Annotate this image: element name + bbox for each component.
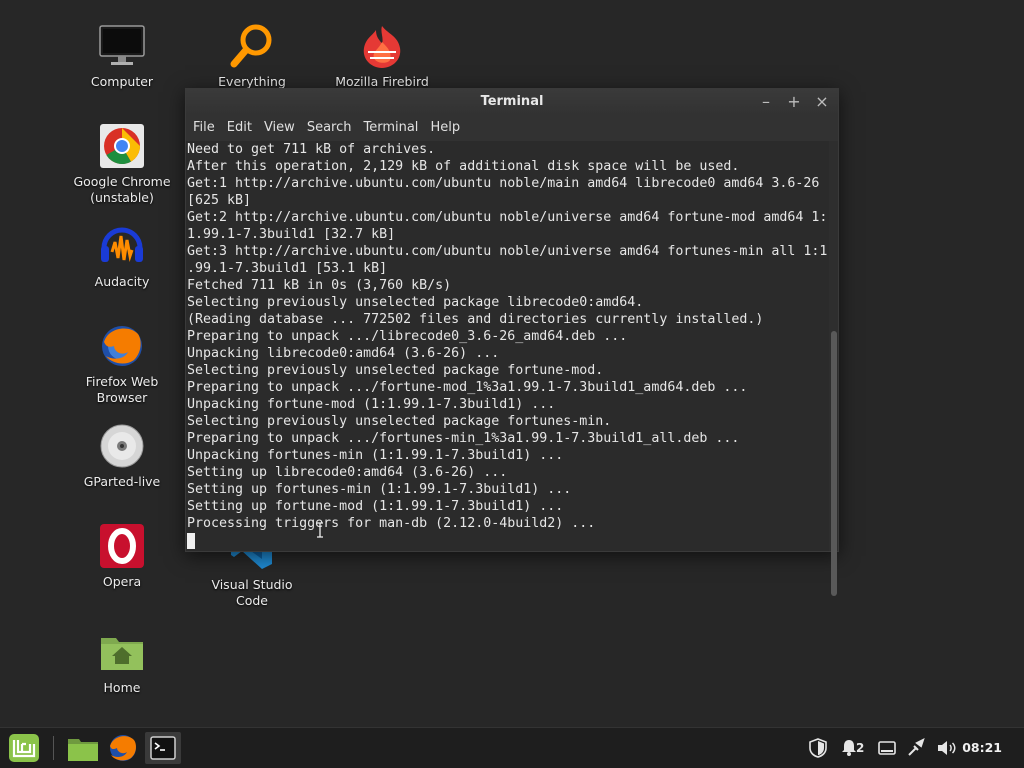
terminal-line: Selecting previously unselected package … — [187, 295, 644, 310]
desktop-icon-label: Firefox Web Browser — [85, 374, 159, 405]
terminal-line: After this operation, 2,129 kB of additi… — [187, 159, 740, 174]
desktop-icon-label: Audacity — [94, 274, 150, 289]
desktop-icon-computer[interactable]: Computer — [67, 22, 177, 90]
notifications-indicator[interactable]: 2 — [842, 738, 868, 758]
desktop-icon-everything[interactable]: Everything — [197, 22, 307, 90]
desktop-icon-label: Visual Studio Code — [211, 577, 293, 608]
home-folder-icon — [98, 628, 146, 676]
taskbar: 2 08:21 — [0, 727, 1024, 768]
terminal-line: Unpacking fortune-mod (1:1.99.1-7.3build… — [187, 397, 556, 412]
display-icon[interactable] — [878, 738, 896, 758]
firefox-icon — [98, 322, 146, 370]
desktop-icon-label: GParted-live — [83, 474, 161, 489]
menu-terminal[interactable]: Terminal — [351, 115, 418, 141]
terminal-line: Get:2 http://archive.ubuntu.com/ubuntu n… — [187, 210, 828, 225]
terminal-line: Selecting previously unselected package … — [187, 414, 612, 429]
terminal-line: Preparing to unpack .../librecode0_3.6-2… — [187, 329, 628, 344]
desktop-icon-label: Computer — [90, 74, 154, 89]
chrome-icon — [98, 122, 146, 170]
maximize-button[interactable]: + — [782, 89, 806, 115]
close-button[interactable]: × — [810, 89, 834, 115]
terminal-line: Preparing to unpack .../fortune-mod_1%3a… — [187, 380, 748, 395]
terminal-line: Fetched 711 kB in 0s (3,760 kB/s) — [187, 278, 452, 293]
clock[interactable]: 08:21 — [962, 738, 1002, 758]
window-title: Terminal — [480, 94, 544, 109]
notifications-count: 2 — [856, 741, 865, 755]
terminal-line: Setting up librecode0:amd64 (3.6-26) ... — [187, 465, 508, 480]
desktop-icon-gparted[interactable]: GParted-live — [67, 422, 177, 490]
menu-edit[interactable]: Edit — [215, 115, 252, 141]
desktop-icon-audacity[interactable]: Audacity — [67, 222, 177, 290]
terminal-line: .99.1-7.3build1 [53.1 kB] — [187, 261, 388, 276]
disc-icon — [98, 422, 146, 470]
taskbar-separator — [53, 736, 54, 760]
menu-view[interactable]: View — [252, 115, 295, 141]
terminal-line: Processing triggers for man-db (2.12.0-4… — [187, 516, 596, 531]
menubar: File Edit View Search Terminal Help — [186, 115, 838, 141]
files-launcher[interactable] — [66, 732, 100, 764]
terminal-line: Get:1 http://archive.ubuntu.com/ubuntu n… — [187, 176, 820, 191]
mouse-ibeam-cursor — [316, 522, 324, 538]
desktop-icon-opera[interactable]: Opera — [67, 522, 177, 590]
terminal-icon — [150, 736, 176, 764]
computer-icon — [98, 22, 146, 70]
terminal-line: Unpacking fortunes-min (1:1.99.1-7.3buil… — [187, 448, 564, 463]
desktop-icon-firebird[interactable]: Mozilla Firebird — [327, 22, 437, 90]
audacity-icon — [98, 222, 146, 270]
volume-icon[interactable] — [936, 738, 958, 758]
bell-icon — [842, 738, 856, 763]
firebird-icon — [358, 22, 406, 70]
terminal-line: Setting up fortune-mod (1:1.99.1-7.3buil… — [187, 499, 564, 514]
terminal-line: Need to get 711 kB of archives. — [187, 142, 436, 157]
terminal-taskbar-button[interactable] — [145, 732, 181, 764]
desktop-icon-chrome[interactable]: Google Chrome (unstable) — [67, 122, 177, 206]
terminal-prompt-line[interactable] — [186, 532, 829, 549]
terminal-output[interactable]: Need to get 711 kB of archives. After th… — [186, 141, 829, 551]
minimize-button[interactable]: – — [754, 89, 778, 115]
magnifier-icon — [228, 22, 276, 70]
desktop-icon-firefox[interactable]: Firefox Web Browser — [67, 322, 177, 406]
desktop-icon-label: Home — [103, 680, 141, 695]
folder-icon — [66, 732, 100, 768]
network-icon[interactable] — [906, 738, 926, 758]
firefox-icon — [106, 732, 140, 768]
terminal-line: Preparing to unpack .../fortunes-min_1%3… — [187, 431, 740, 446]
terminal-line: Get:3 http://archive.ubuntu.com/ubuntu n… — [187, 244, 828, 259]
window-titlebar[interactable]: Terminal – + × — [186, 89, 838, 115]
firefox-launcher[interactable] — [106, 732, 140, 764]
terminal-line: [625 kB] — [187, 193, 252, 208]
terminal-line: (Reading database ... 772502 files and d… — [187, 312, 764, 327]
menu-search[interactable]: Search — [295, 115, 352, 141]
mint-menu-button[interactable] — [6, 732, 42, 764]
menu-file[interactable]: File — [186, 115, 215, 141]
terminal-window[interactable]: Terminal – + × File Edit View Search Termina… — [185, 88, 839, 596]
terminal-line: Unpacking librecode0:amd64 (3.6-26) ... — [187, 346, 500, 361]
desktop-icon-label: Google Chrome (unstable) — [73, 174, 171, 205]
terminal-cursor — [187, 533, 195, 549]
shield-icon[interactable] — [808, 738, 828, 758]
terminal-line: Selecting previously unselected package … — [187, 363, 604, 378]
opera-icon — [98, 522, 146, 570]
menu-help[interactable]: Help — [418, 115, 460, 141]
terminal-line: 1.99.1-7.3build1 [32.7 kB] — [187, 227, 396, 242]
desktop-icon-label: Opera — [102, 574, 142, 589]
terminal-scrollbar[interactable] — [829, 141, 838, 596]
scrollbar-thumb[interactable] — [831, 331, 837, 596]
desktop-icon-home[interactable]: Home — [67, 628, 177, 696]
terminal-line: Setting up fortunes-min (1:1.99.1-7.3bui… — [187, 482, 572, 497]
